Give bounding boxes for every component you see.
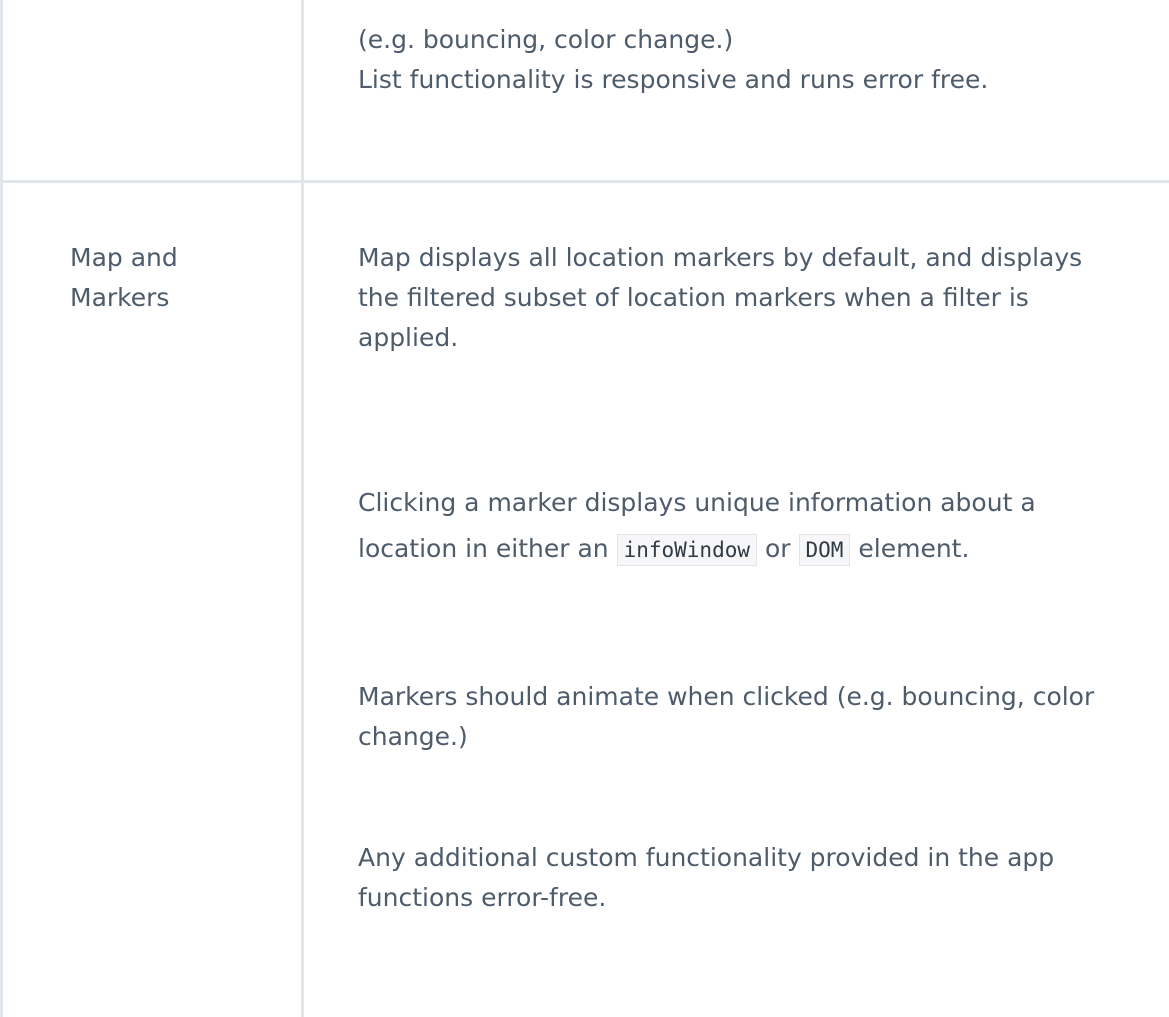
table-row-divider — [0, 180, 1169, 183]
spec-text: element. — [858, 534, 970, 563]
inline-code-infowindow: infoWindow — [616, 534, 758, 566]
spec-paragraph: Map displays all location markers by def… — [358, 243, 1083, 352]
table-column-divider — [301, 0, 304, 1017]
inline-code-dom: DOM — [798, 534, 851, 566]
spec-paragraph: Any additional custom functionality prov… — [358, 843, 1055, 912]
previous-spec-line: (e.g. bouncing, color change.) — [358, 25, 734, 54]
criteria-cell: Map and Markers — [70, 243, 178, 312]
spec-paragraph-infowindow: Clicking a marker displays unique inform… — [358, 480, 1118, 573]
previous-spec-line: List functionality is responsive and run… — [358, 65, 989, 94]
spec-text: or — [764, 534, 791, 563]
spec-paragraph: Markers should animate when clicked (e.g… — [358, 682, 1095, 751]
table-left-border — [0, 0, 3, 1017]
rubric-table: (e.g. bouncing, color change.) List func… — [0, 0, 1169, 1017]
